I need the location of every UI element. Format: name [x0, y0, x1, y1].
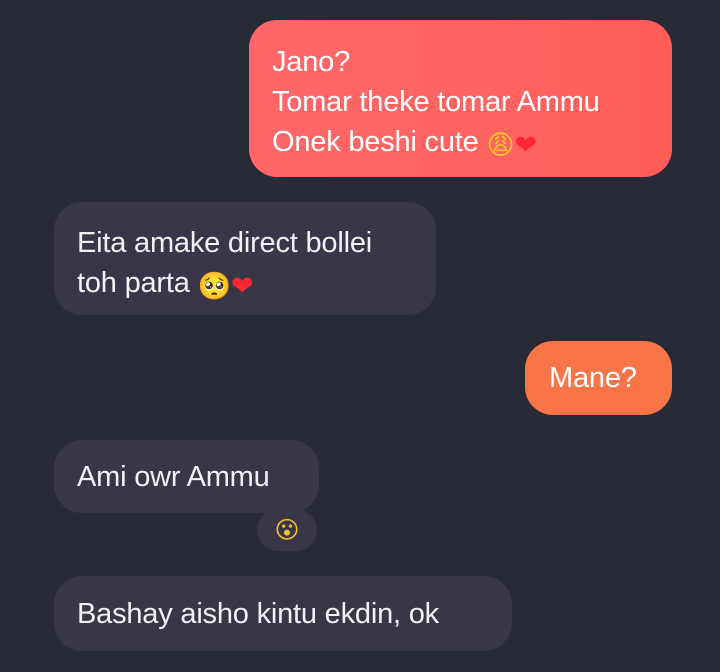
message-text: Onek beshi cute [272, 126, 479, 158]
pleading-face-icon: 🥺 [197, 271, 232, 302]
message-text-line: toh parta 🥺❤ [77, 263, 436, 303]
message-text-line: Bashay aisho kintu ekdin, ok [77, 598, 439, 630]
message-text-line: Mane? [549, 362, 637, 394]
message-text-line: Tomar theke tomar Ammu [272, 86, 600, 118]
message-text-line: Onek beshi cute 😩❤ [272, 122, 672, 162]
red-heart-icon: ❤ [230, 271, 254, 302]
incoming-message-bubble[interactable]: Eita amake direct bollei toh parta 🥺❤ [54, 202, 436, 315]
weary-face-icon: 😩 [486, 130, 515, 161]
message-text-line: Eita amake direct bollei [77, 227, 373, 259]
outgoing-message-bubble[interactable]: Mane? [525, 341, 672, 415]
incoming-message-bubble[interactable]: Ami owr Ammu [54, 440, 319, 513]
surprised-face-icon: 😮 [274, 516, 300, 544]
message-text: toh parta [77, 267, 190, 299]
outgoing-message-bubble[interactable]: Jano? Tomar theke tomar Ammu Onek beshi … [249, 20, 672, 177]
message-text-line: Jano? [272, 46, 351, 78]
red-heart-icon: ❤ [514, 130, 537, 161]
incoming-message-bubble[interactable]: Bashay aisho kintu ekdin, ok [54, 576, 512, 651]
message-reaction-badge[interactable]: 😮 [257, 509, 317, 551]
message-text-line: Ami owr Ammu [77, 461, 270, 493]
